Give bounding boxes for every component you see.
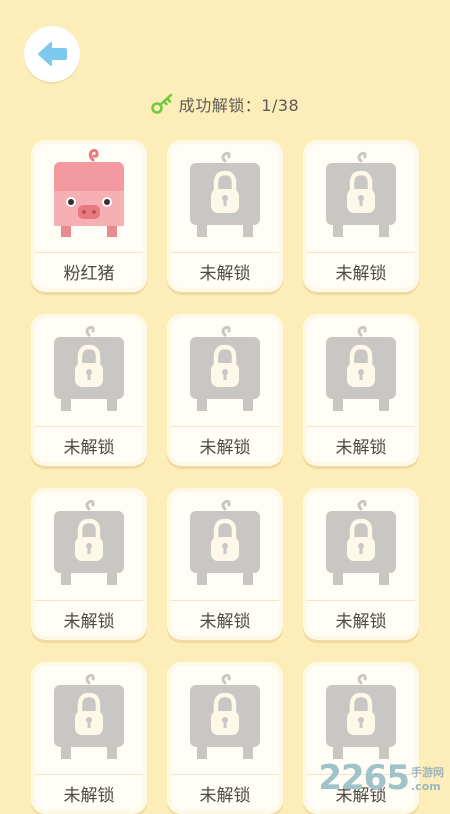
watermark-number: 2265 [318, 758, 410, 798]
locked-character-icon [167, 488, 283, 600]
card-label: 未解锁 [199, 612, 251, 632]
character-card-locked[interactable]: 未解锁 [303, 314, 419, 466]
character-card-locked[interactable]: 未解锁 [167, 488, 283, 640]
unlock-status: 成功解锁：1/38 [0, 92, 450, 116]
locked-character-icon [167, 314, 283, 426]
key-icon [151, 93, 173, 114]
locked-character-icon [303, 314, 419, 426]
card-label: 未解锁 [199, 438, 251, 458]
card-label: 未解锁 [63, 786, 115, 806]
character-card-locked[interactable]: 未解锁 [303, 488, 419, 640]
locked-character-icon [31, 488, 147, 600]
character-card-unlocked[interactable]: 粉红猪 [31, 140, 147, 292]
character-card-locked[interactable]: 未解锁 [31, 314, 147, 466]
pig-icon [31, 140, 147, 252]
card-label: 未解锁 [199, 786, 251, 806]
card-divider [35, 426, 143, 427]
watermark-text: 手游网 .com [411, 764, 444, 793]
card-label: 未解锁 [199, 264, 251, 284]
character-card-locked[interactable]: 未解锁 [167, 662, 283, 814]
unlock-status-text: 成功解锁：1/38 [178, 96, 300, 115]
locked-character-icon [303, 140, 419, 252]
card-label: 未解锁 [63, 612, 115, 632]
card-divider [171, 252, 279, 253]
character-card-locked[interactable]: 未解锁 [167, 314, 283, 466]
card-divider [307, 426, 415, 427]
card-divider [171, 774, 279, 775]
character-card-locked[interactable]: 未解锁 [31, 488, 147, 640]
card-label: 粉红猪 [63, 264, 115, 284]
card-label: 未解锁 [335, 438, 387, 458]
card-divider [171, 600, 279, 601]
card-label: 未解锁 [63, 438, 115, 458]
card-label: 未解锁 [335, 264, 387, 284]
watermark-cn: 手游网 [411, 766, 444, 779]
locked-character-icon [31, 662, 147, 774]
card-divider [35, 252, 143, 253]
locked-character-icon [31, 314, 147, 426]
card-divider [307, 252, 415, 253]
back-button-inner [29, 31, 75, 77]
locked-character-icon [303, 488, 419, 600]
watermark: 2265 手游网 .com [318, 761, 444, 795]
locked-character-icon [167, 662, 283, 774]
character-card-locked[interactable]: 未解锁 [167, 140, 283, 292]
card-divider [171, 426, 279, 427]
card-divider [35, 774, 143, 775]
character-card-locked[interactable]: 未解锁 [31, 662, 147, 814]
card-divider [307, 600, 415, 601]
character-grid: 粉红猪 未解锁 未解锁 未解锁 未解锁 未解锁 未解锁 未解锁 未解锁 未解锁 … [31, 140, 421, 814]
card-divider [35, 600, 143, 601]
back-button[interactable] [24, 26, 80, 82]
locked-character-icon [167, 140, 283, 252]
watermark-en: .com [411, 780, 441, 793]
character-card-locked[interactable]: 未解锁 [303, 140, 419, 292]
card-label: 未解锁 [335, 612, 387, 632]
back-arrow-icon [38, 42, 67, 66]
